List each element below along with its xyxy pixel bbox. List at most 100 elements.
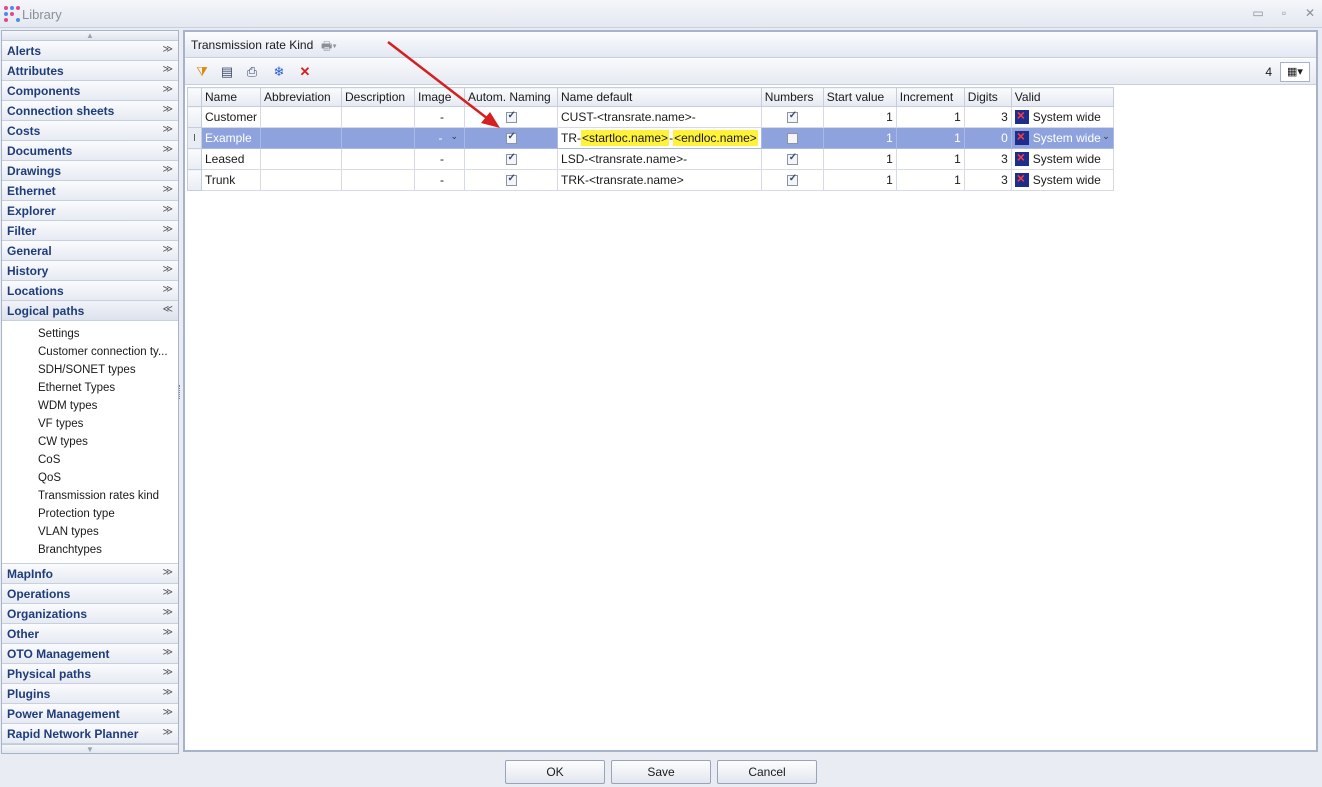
cell-name[interactable]: Example — [200, 127, 262, 149]
cell-numbers[interactable] — [760, 169, 824, 191]
cell-start-value[interactable]: 1 — [822, 106, 897, 128]
row-indicator[interactable] — [187, 106, 202, 128]
checkbox[interactable] — [505, 152, 517, 166]
nav-subitem[interactable]: CoS — [2, 451, 178, 469]
nav-scroll-up[interactable]: ▲ — [2, 31, 178, 41]
nav-subitem[interactable]: Settings — [2, 325, 178, 343]
save-button[interactable]: Save — [611, 760, 711, 784]
cell-start-value[interactable]: 1 — [822, 127, 897, 149]
grid-options-button[interactable]: ▦▾ — [1280, 62, 1310, 82]
table-row[interactable]: Trunk - TRK-<transrate.name> 1 1 3 System wide — [187, 169, 1114, 191]
nav-group-logical-paths[interactable]: Logical paths ≪ — [2, 301, 178, 321]
nav-group-drawings[interactable]: Drawings ≫ — [2, 161, 178, 181]
nav-group-organizations[interactable]: Organizations ≫ — [2, 604, 178, 624]
nav-subitem[interactable]: WDM types — [2, 397, 178, 415]
checkbox[interactable] — [505, 173, 517, 187]
minimize-button[interactable]: ▭ — [1248, 4, 1268, 22]
cell-valid[interactable]: System wide — [1010, 148, 1114, 170]
nav-group-components[interactable]: Components ≫ — [2, 81, 178, 101]
cell-name-default[interactable]: LSD-<transrate.name>- — [557, 148, 762, 170]
nav-group-rapid-network-planner[interactable]: Rapid Network Planner ≫ — [2, 724, 178, 744]
nav-group-physical-paths[interactable]: Physical paths ≫ — [2, 664, 178, 684]
cell-abbreviation[interactable] — [260, 106, 343, 128]
nav-group-general[interactable]: General ≫ — [2, 241, 178, 261]
cell-increment[interactable]: 1 — [895, 169, 965, 191]
cell-abbreviation[interactable] — [260, 169, 343, 191]
nav-group-power-management[interactable]: Power Management ≫ — [2, 704, 178, 724]
nav-group-attributes[interactable]: Attributes ≫ — [2, 61, 178, 81]
columns-icon[interactable]: ▤ — [218, 63, 236, 81]
nav-group-documents[interactable]: Documents ≫ — [2, 141, 178, 161]
nav-subitem[interactable]: Branchtypes — [2, 541, 178, 559]
cancel-button[interactable]: Cancel — [717, 760, 817, 784]
nav-group-oto-management[interactable]: OTO Management ≫ — [2, 644, 178, 664]
cell-digits[interactable]: 3 — [963, 169, 1012, 191]
cell-increment[interactable]: 1 — [895, 106, 965, 128]
cell-description[interactable] — [341, 148, 416, 170]
checkbox[interactable] — [786, 173, 798, 187]
nav-subitem[interactable]: QoS — [2, 469, 178, 487]
filter-edit-icon[interactable]: ⧩ — [193, 63, 211, 81]
cell-start-value[interactable]: 1 — [822, 148, 897, 170]
cell-name[interactable]: Leased — [200, 148, 262, 170]
cell-start-value[interactable]: 1 — [822, 169, 897, 191]
column-header[interactable]: Numbers — [760, 87, 824, 107]
nav-group-mapinfo[interactable]: MapInfo ≫ — [2, 564, 178, 584]
checkbox[interactable] — [786, 152, 798, 166]
nav-group-plugins[interactable]: Plugins ≫ — [2, 684, 178, 704]
cell-autom-naming[interactable] — [464, 148, 559, 170]
table-row[interactable]: Customer-CUST-<transrate.name>-113System… — [187, 106, 1114, 128]
nav-group-locations[interactable]: Locations ≫ — [2, 281, 178, 301]
nav-subitem[interactable]: Transmission rates kind — [2, 487, 178, 505]
close-button[interactable]: ✕ — [1300, 4, 1320, 22]
cell-name[interactable]: Trunk — [200, 169, 262, 191]
nav-group-ethernet[interactable]: Ethernet ≫ — [2, 181, 178, 201]
checkbox[interactable] — [786, 133, 798, 145]
ok-button[interactable]: OK — [505, 760, 605, 784]
cell-digits[interactable]: 3 — [963, 148, 1012, 170]
cell-abbreviation[interactable] — [260, 127, 343, 149]
table-row[interactable]: Leased - LSD-<transrate.name>- 1 1 3 System wi… — [187, 148, 1114, 170]
nav-subitem[interactable]: Ethernet Types — [2, 379, 178, 397]
nav-group-operations[interactable]: Operations ≫ — [2, 584, 178, 604]
checkbox[interactable] — [786, 110, 798, 124]
nav-subitem[interactable]: VLAN types — [2, 523, 178, 541]
column-header[interactable]: Valid — [1010, 87, 1114, 107]
print-icon[interactable]: ⎙ — [243, 63, 261, 81]
print-dropdown-icon[interactable]: 🖶▾ — [321, 37, 341, 53]
chevron-down-icon[interactable]: ⌄ — [1102, 131, 1110, 142]
cell-image[interactable]: - — [414, 148, 466, 170]
table-row[interactable]: IExample-⌄TR-<startloc.name>-<endloc.nam… — [187, 127, 1114, 149]
nav-group-connection-sheets[interactable]: Connection sheets ≫ — [2, 101, 178, 121]
column-header[interactable]: Increment — [895, 87, 965, 107]
row-indicator[interactable] — [187, 169, 202, 191]
cell-abbreviation[interactable] — [260, 148, 343, 170]
nav-group-explorer[interactable]: Explorer ≫ — [2, 201, 178, 221]
cell-name-default[interactable]: CUST-<transrate.name>- — [557, 106, 762, 128]
maximize-button[interactable]: ▫ — [1274, 4, 1294, 22]
nav-group-history[interactable]: History ≫ — [2, 261, 178, 281]
delete-icon[interactable]: ✕ — [296, 63, 314, 81]
cell-name-default[interactable]: TR-<startloc.name>-<endloc.name> — [557, 127, 762, 149]
cell-numbers[interactable] — [760, 127, 824, 149]
nav-subitem[interactable]: CW types — [2, 433, 178, 451]
column-header[interactable]: Name default — [557, 87, 762, 107]
nav-group-other[interactable]: Other ≫ — [2, 624, 178, 644]
nav-scroll-down[interactable]: ▼ — [2, 744, 178, 753]
freeze-icon[interactable]: ❄ — [270, 63, 288, 81]
cell-image[interactable]: - — [414, 169, 466, 191]
nav-group-filter[interactable]: Filter ≫ — [2, 221, 178, 241]
nav-subitem[interactable]: Protection type — [2, 505, 178, 523]
column-header[interactable]: Abbreviation — [260, 87, 343, 107]
column-header[interactable]: Start value — [822, 87, 897, 107]
cell-digits[interactable]: 0 — [963, 127, 1012, 149]
nav-subitem[interactable]: VF types — [2, 415, 178, 433]
cell-valid[interactable]: System wide — [1010, 106, 1114, 128]
nav-subitem[interactable]: SDH/SONET types — [2, 361, 178, 379]
cell-increment[interactable]: 1 — [895, 127, 965, 149]
cell-description[interactable] — [341, 169, 416, 191]
row-indicator[interactable] — [187, 148, 202, 170]
row-indicator[interactable]: I — [187, 127, 202, 149]
nav-group-alerts[interactable]: Alerts ≫ — [2, 41, 178, 61]
cell-name[interactable]: Customer — [200, 106, 262, 128]
